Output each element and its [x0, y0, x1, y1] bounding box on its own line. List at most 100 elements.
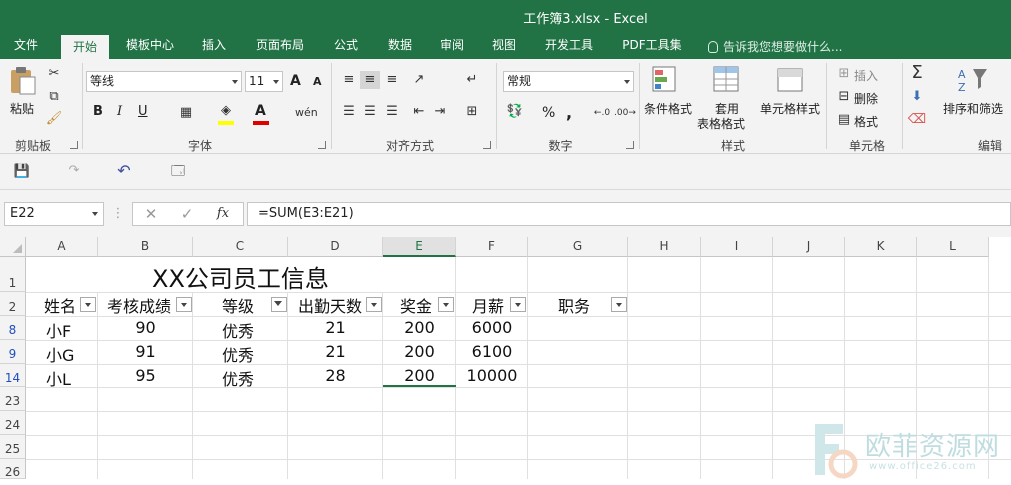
delete-cells-label[interactable]: 删除: [854, 90, 878, 107]
cell-score[interactable]: 90: [98, 318, 193, 337]
cell-attendance[interactable]: 21: [288, 318, 383, 337]
phonetic-icon[interactable]: wén: [295, 104, 318, 122]
cell-grade[interactable]: 优秀: [222, 318, 254, 342]
format-as-table-label-2[interactable]: 表格格式: [697, 115, 745, 132]
header-cell-score[interactable]: 考核成绩: [107, 293, 177, 317]
row-header-14[interactable]: 14: [0, 364, 26, 387]
format-painter-icon[interactable]: 🖌: [44, 110, 64, 128]
format-cells-label[interactable]: 格式: [854, 113, 878, 130]
sort-filter-label[interactable]: 排序和筛选: [943, 100, 1003, 117]
delete-cells-icon[interactable]: ⊟: [834, 88, 854, 106]
format-cells-icon[interactable]: ▤: [834, 111, 854, 129]
autosum-icon[interactable]: Σ: [907, 64, 927, 82]
tab-developer[interactable]: 开发工具: [537, 33, 601, 59]
align-bottom-icon[interactable]: ≡: [382, 71, 402, 89]
row-header-24[interactable]: 24: [0, 411, 26, 435]
cut-icon[interactable]: ✂: [44, 65, 64, 83]
column-header-c[interactable]: C: [193, 237, 288, 257]
cell-bonus[interactable]: 200: [383, 342, 456, 361]
cell-styles-icon[interactable]: [776, 65, 810, 95]
filter-dropdown-position[interactable]: [611, 297, 627, 312]
cell-score[interactable]: 91: [98, 342, 193, 361]
decrease-indent-icon[interactable]: ⇤: [409, 103, 429, 121]
filter-dropdown-salary[interactable]: [510, 297, 526, 312]
cell-attendance[interactable]: 21: [288, 342, 383, 361]
row-header-8[interactable]: 8: [0, 316, 26, 340]
tab-formulas[interactable]: 公式: [326, 33, 366, 59]
borders-icon[interactable]: ▦: [176, 104, 196, 122]
row-header-9[interactable]: 9: [0, 340, 26, 364]
paste-label[interactable]: 粘贴: [10, 100, 34, 117]
cell-name[interactable]: 小G: [46, 342, 74, 366]
insert-cells-label[interactable]: 插入: [854, 67, 878, 84]
conditional-formatting-icon[interactable]: [651, 65, 685, 95]
increase-indent-icon[interactable]: ⇥: [430, 103, 450, 121]
column-header-a[interactable]: A: [26, 237, 98, 257]
header-cell-grade[interactable]: 等级: [222, 293, 254, 317]
header-cell-bonus[interactable]: 奖金: [400, 293, 432, 317]
percent-button[interactable]: %: [542, 105, 555, 121]
copy-icon[interactable]: ⧉: [44, 88, 64, 106]
column-header-j[interactable]: J: [773, 237, 845, 257]
header-cell-name[interactable]: 姓名: [44, 293, 76, 317]
clear-icon[interactable]: ⌫: [907, 111, 927, 129]
name-box[interactable]: E22: [4, 202, 104, 226]
cell-salary[interactable]: 6000: [456, 318, 528, 337]
column-header-f[interactable]: F: [456, 237, 528, 257]
filter-dropdown-name[interactable]: [80, 297, 96, 312]
cell-salary[interactable]: 6100: [456, 342, 528, 361]
tab-template-center[interactable]: 模板中心: [118, 33, 182, 59]
tab-file[interactable]: 文件: [0, 33, 52, 59]
cell-styles-label[interactable]: 单元格样式: [760, 100, 820, 117]
align-middle-icon[interactable]: ≡: [360, 71, 380, 89]
filter-active-icon[interactable]: [271, 297, 287, 312]
align-center-icon[interactable]: ☰: [360, 103, 380, 121]
number-format-select[interactable]: 常规: [503, 71, 634, 92]
font-name-select[interactable]: 等线: [86, 71, 242, 92]
column-header-g[interactable]: G: [528, 237, 628, 257]
increase-decimal-icon[interactable]: ←.0: [592, 104, 612, 122]
tell-me-box[interactable]: 告诉我您想要做什么...: [708, 38, 842, 55]
header-cell-salary[interactable]: 月薪: [472, 293, 514, 317]
row-header-2[interactable]: 2: [0, 292, 26, 316]
header-cell-position[interactable]: 职务: [558, 293, 590, 317]
cell-salary[interactable]: 10000: [456, 366, 528, 385]
column-header-e[interactable]: E: [383, 237, 456, 257]
cell-name[interactable]: 小L: [46, 366, 71, 390]
fill-color-icon[interactable]: ◈: [216, 102, 236, 120]
cell-bonus[interactable]: 200: [383, 318, 456, 337]
cell-grade[interactable]: 优秀: [222, 366, 254, 390]
row-header-26[interactable]: 26: [0, 459, 26, 479]
alignment-launcher-icon[interactable]: [483, 141, 491, 149]
column-header-i[interactable]: I: [701, 237, 773, 257]
tab-insert[interactable]: 插入: [194, 33, 234, 59]
save-icon[interactable]: 💾: [12, 163, 32, 181]
tab-pdf-tools[interactable]: PDF工具集: [615, 33, 689, 59]
sheet-title-cell[interactable]: XX公司员工信息: [26, 259, 455, 294]
select-all-corner[interactable]: [0, 237, 26, 257]
row-header-1[interactable]: 1: [0, 257, 26, 292]
merge-center-icon[interactable]: ⊞: [462, 103, 482, 121]
tab-data[interactable]: 数据: [380, 33, 420, 59]
format-as-table-icon[interactable]: [712, 65, 746, 95]
column-header-d[interactable]: D: [288, 237, 383, 257]
comma-button[interactable]: ,: [566, 103, 572, 122]
clipboard-launcher-icon[interactable]: [70, 141, 78, 149]
cell-attendance[interactable]: 28: [288, 366, 383, 385]
align-top-icon[interactable]: ≡: [339, 71, 359, 89]
row-header-23[interactable]: 23: [0, 387, 26, 411]
underline-button[interactable]: U: [138, 104, 148, 119]
insert-function-button[interactable]: fx: [213, 205, 233, 223]
enter-icon[interactable]: ✓: [177, 205, 197, 223]
align-right-icon[interactable]: ☰: [382, 103, 402, 121]
cell-bonus[interactable]: 200: [383, 366, 456, 385]
filter-dropdown-attendance[interactable]: [366, 297, 382, 312]
wrap-text-icon[interactable]: ↵: [462, 71, 482, 89]
insert-cells-icon[interactable]: ⊞: [834, 65, 854, 83]
tab-home[interactable]: 开始: [61, 33, 109, 60]
tab-view[interactable]: 视图: [484, 33, 524, 59]
font-size-select[interactable]: 11: [245, 71, 283, 92]
formula-input[interactable]: =SUM(E3:E21): [247, 202, 1011, 226]
sort-filter-icon[interactable]: A Z: [956, 65, 990, 95]
filter-dropdown-bonus[interactable]: [438, 297, 454, 312]
